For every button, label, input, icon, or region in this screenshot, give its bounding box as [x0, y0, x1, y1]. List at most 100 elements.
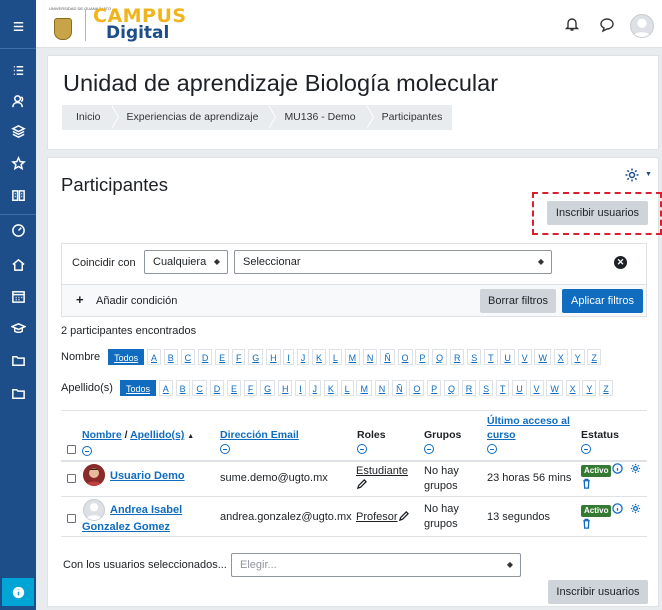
first-initial-ñ-button[interactable]: Ñ — [380, 349, 395, 365]
last-initial-t-button[interactable]: T — [495, 380, 510, 396]
table-row-name-cont[interactable]: Gonzalez Gomez — [82, 520, 170, 535]
folder-icon[interactable] — [0, 348, 36, 372]
first-initial-c-button[interactable]: C — [180, 349, 196, 365]
row-checkbox[interactable] — [67, 474, 76, 483]
sort-last-name-link[interactable]: Apellido(s) — [130, 429, 184, 441]
first-initial-e-button[interactable]: E — [215, 349, 230, 365]
user-avatar[interactable] — [630, 14, 654, 38]
last-initial-e-button[interactable]: E — [227, 380, 242, 396]
last-initial-w-button[interactable]: W — [546, 380, 563, 396]
collapse-icon[interactable] — [220, 444, 230, 455]
clear-filters-button[interactable]: Borrar filtros — [480, 289, 556, 313]
calendar-icon[interactable] — [0, 284, 36, 308]
menu-icon[interactable] — [0, 14, 36, 38]
layers-icon[interactable] — [0, 119, 36, 143]
last-initial-x-button[interactable]: X — [565, 380, 580, 396]
last-initial-o-button[interactable]: O — [409, 380, 425, 396]
enrol-users-button-top[interactable]: Inscribir usuarios — [547, 201, 648, 225]
last-initial-g-button[interactable]: G — [260, 380, 276, 396]
enrol-users-button-bottom[interactable]: Inscribir usuarios — [548, 580, 648, 604]
last-initial-l-button[interactable]: L — [340, 380, 354, 396]
sort-first-name-link[interactable]: Nombre — [82, 429, 122, 441]
first-initial-v-button[interactable]: V — [517, 349, 532, 365]
gear-icon[interactable]: ▼ — [624, 167, 652, 185]
first-initial-f-button[interactable]: F — [231, 349, 246, 365]
match-select[interactable]: Cualquiera ◆ — [144, 250, 228, 274]
first-initial-i-button[interactable]: I — [283, 349, 294, 365]
first-initial-a-button[interactable]: A — [146, 349, 161, 365]
first-initial-l-button[interactable]: L — [328, 349, 342, 365]
initial-all-button[interactable]: Todos — [119, 380, 156, 396]
first-initial-g-button[interactable]: G — [248, 349, 264, 365]
collapse-icon[interactable] — [357, 444, 367, 455]
gear-icon[interactable] — [630, 503, 641, 517]
collapse-icon[interactable] — [424, 444, 434, 455]
first-initial-s-button[interactable]: S — [467, 349, 482, 365]
first-initial-t-button[interactable]: T — [484, 349, 498, 365]
table-row-name[interactable]: Andrea Isabel — [110, 503, 182, 518]
gauge-icon[interactable] — [0, 218, 36, 242]
first-initial-q-button[interactable]: Q — [432, 349, 448, 365]
table-row-role[interactable]: Profesor — [356, 510, 398, 525]
last-initial-u-button[interactable]: U — [512, 380, 527, 396]
remove-row-icon[interactable]: ✕ — [614, 256, 627, 269]
breadcrumb-item-course[interactable]: MU136 - Demo — [268, 105, 374, 130]
breadcrumb-item-experiences[interactable]: Experiencias de aprendizaje — [111, 105, 277, 130]
first-initial-k-button[interactable]: K — [312, 349, 327, 365]
first-initial-b-button[interactable]: B — [163, 349, 178, 365]
info-icon[interactable] — [612, 503, 623, 517]
home-icon[interactable] — [0, 252, 36, 276]
folder-icon[interactable] — [0, 381, 36, 405]
last-initial-v-button[interactable]: V — [529, 380, 544, 396]
sort-last-access-link[interactable]: Último acceso al — [487, 415, 570, 427]
last-initial-a-button[interactable]: A — [158, 380, 173, 396]
list-icon[interactable] — [0, 58, 36, 82]
first-initial-p-button[interactable]: P — [415, 349, 430, 365]
collapse-icon[interactable] — [581, 444, 591, 455]
users-icon[interactable] — [0, 89, 36, 113]
site-logo[interactable]: UNIVERSIDAD DE GUANAJUATO CAMPUS Digital — [48, 5, 218, 44]
first-initial-y-button[interactable]: Y — [570, 349, 585, 365]
last-initial-n-button[interactable]: N — [374, 380, 390, 396]
last-initial-k-button[interactable]: K — [323, 380, 338, 396]
first-initial-x-button[interactable]: X — [553, 349, 568, 365]
last-initial-i-button[interactable]: I — [295, 380, 306, 396]
last-initial-q-button[interactable]: Q — [443, 380, 459, 396]
pencil-icon[interactable] — [398, 511, 409, 525]
table-row-name[interactable]: Usuario Demo — [110, 469, 185, 484]
first-initial-d-button[interactable]: D — [197, 349, 213, 365]
last-initial-j-button[interactable]: J — [308, 380, 322, 396]
last-initial-z-button[interactable]: Z — [599, 380, 613, 396]
initial-all-button[interactable]: Todos — [108, 349, 145, 365]
last-initial-c-button[interactable]: C — [192, 380, 207, 396]
first-initial-n-button[interactable]: N — [362, 349, 378, 365]
last-initial-m-button[interactable]: M — [356, 380, 372, 396]
bulk-actions-select[interactable]: Elegir... ◆ — [231, 553, 521, 577]
collapse-icon[interactable] — [487, 444, 497, 455]
first-initial-o-button[interactable]: O — [397, 349, 413, 365]
last-initial-ñ-button[interactable]: Ñ — [392, 380, 407, 396]
trash-icon[interactable] — [581, 518, 592, 532]
last-initial-f-button[interactable]: F — [243, 380, 258, 396]
graduation-cap-icon[interactable] — [0, 316, 36, 340]
first-initial-m-button[interactable]: M — [344, 349, 361, 365]
last-initial-p-button[interactable]: P — [427, 380, 442, 396]
first-initial-w-button[interactable]: W — [534, 349, 551, 365]
chat-icon[interactable] — [598, 15, 616, 33]
filter-type-select[interactable]: Seleccionar ◆ — [234, 250, 552, 274]
apply-filters-button[interactable]: Aplicar filtros — [562, 289, 643, 313]
star-icon[interactable] — [0, 151, 36, 175]
gear-icon[interactable] — [630, 463, 641, 477]
last-initial-h-button[interactable]: H — [277, 380, 293, 396]
first-initial-j-button[interactable]: J — [296, 349, 310, 365]
first-initial-h-button[interactable]: H — [266, 349, 281, 365]
breadcrumb-item-participants[interactable]: Participantes — [366, 105, 453, 130]
last-initial-y-button[interactable]: Y — [582, 380, 597, 396]
info-icon[interactable] — [2, 578, 34, 606]
info-icon[interactable] — [612, 463, 623, 477]
row-checkbox[interactable] — [67, 514, 76, 523]
first-initial-u-button[interactable]: U — [500, 349, 515, 365]
last-initial-b-button[interactable]: B — [175, 380, 190, 396]
book-icon[interactable] — [0, 183, 36, 207]
add-condition-link[interactable]: Añadir condición — [96, 295, 177, 307]
